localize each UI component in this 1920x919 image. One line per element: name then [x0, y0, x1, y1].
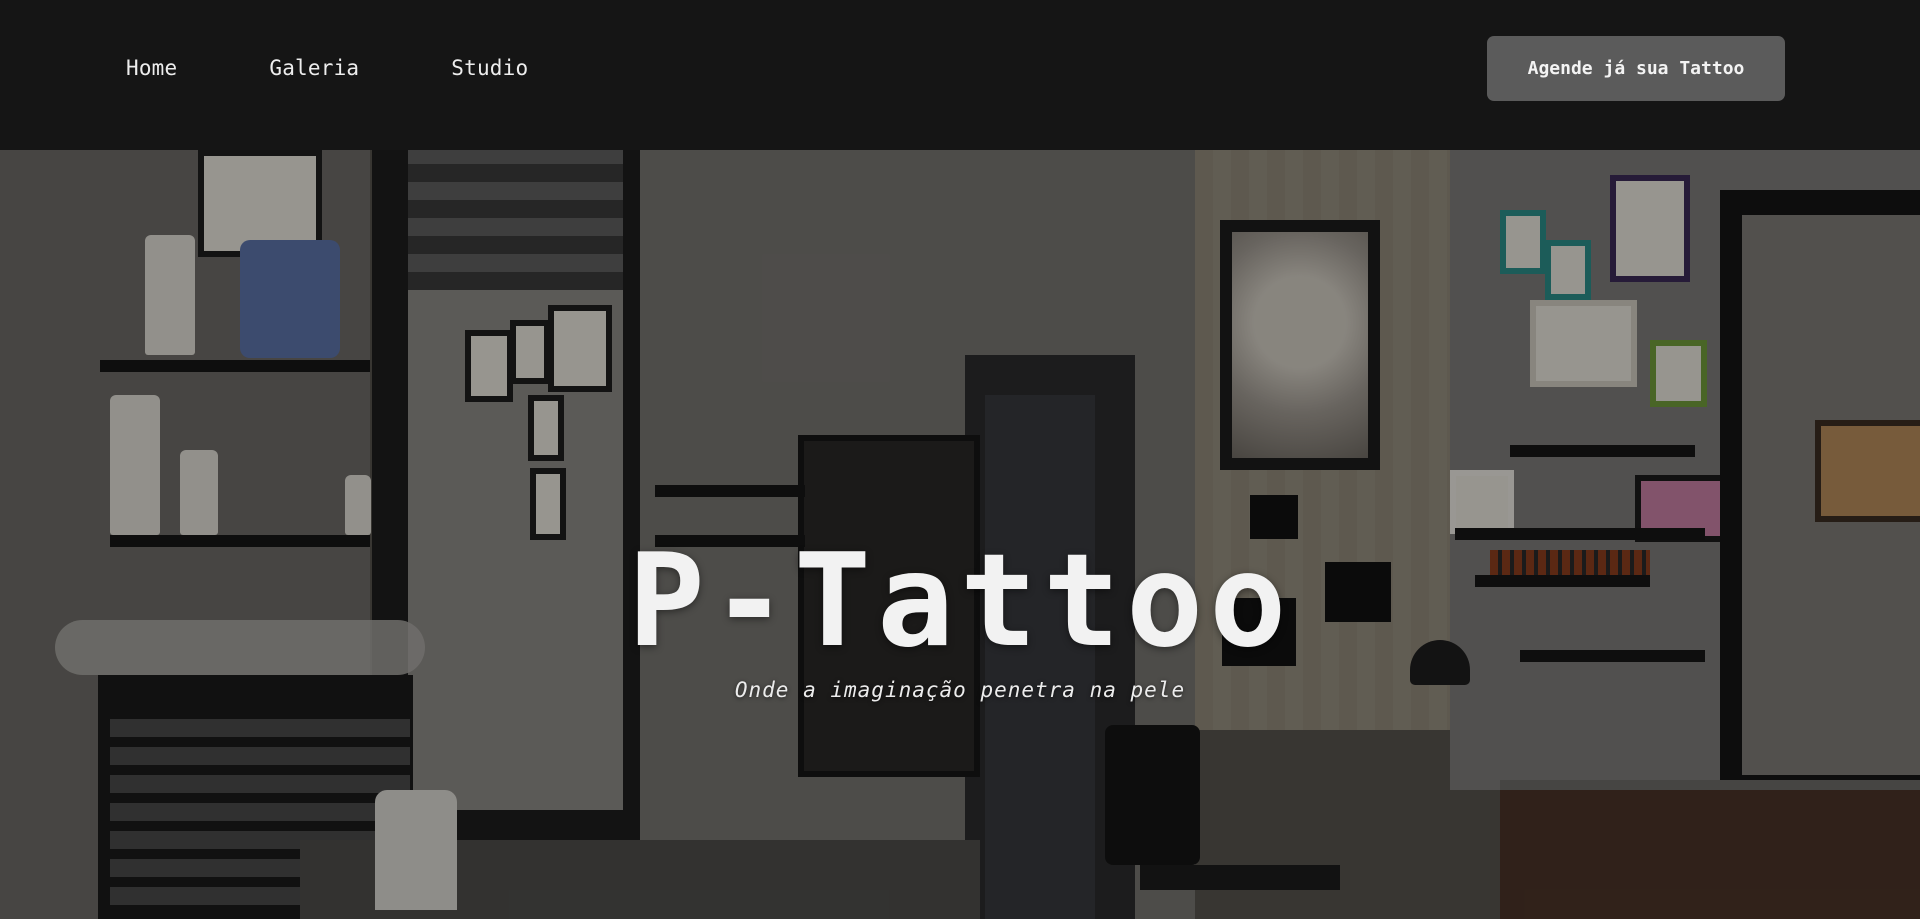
main-nav: Home Galeria Studio: [126, 52, 620, 84]
nav-link-home[interactable]: Home: [126, 52, 177, 84]
nav-link-galeria[interactable]: Galeria: [269, 52, 359, 84]
site-header: Home Galeria Studio Agende já sua Tattoo: [0, 0, 1920, 150]
hero-subtitle: Onde a imaginação penetra na pele: [734, 678, 1186, 702]
nav-link-studio[interactable]: Studio: [451, 52, 528, 84]
hero-title: P-Tattoo: [627, 527, 1293, 676]
book-tattoo-button[interactable]: Agende já sua Tattoo: [1487, 36, 1785, 101]
